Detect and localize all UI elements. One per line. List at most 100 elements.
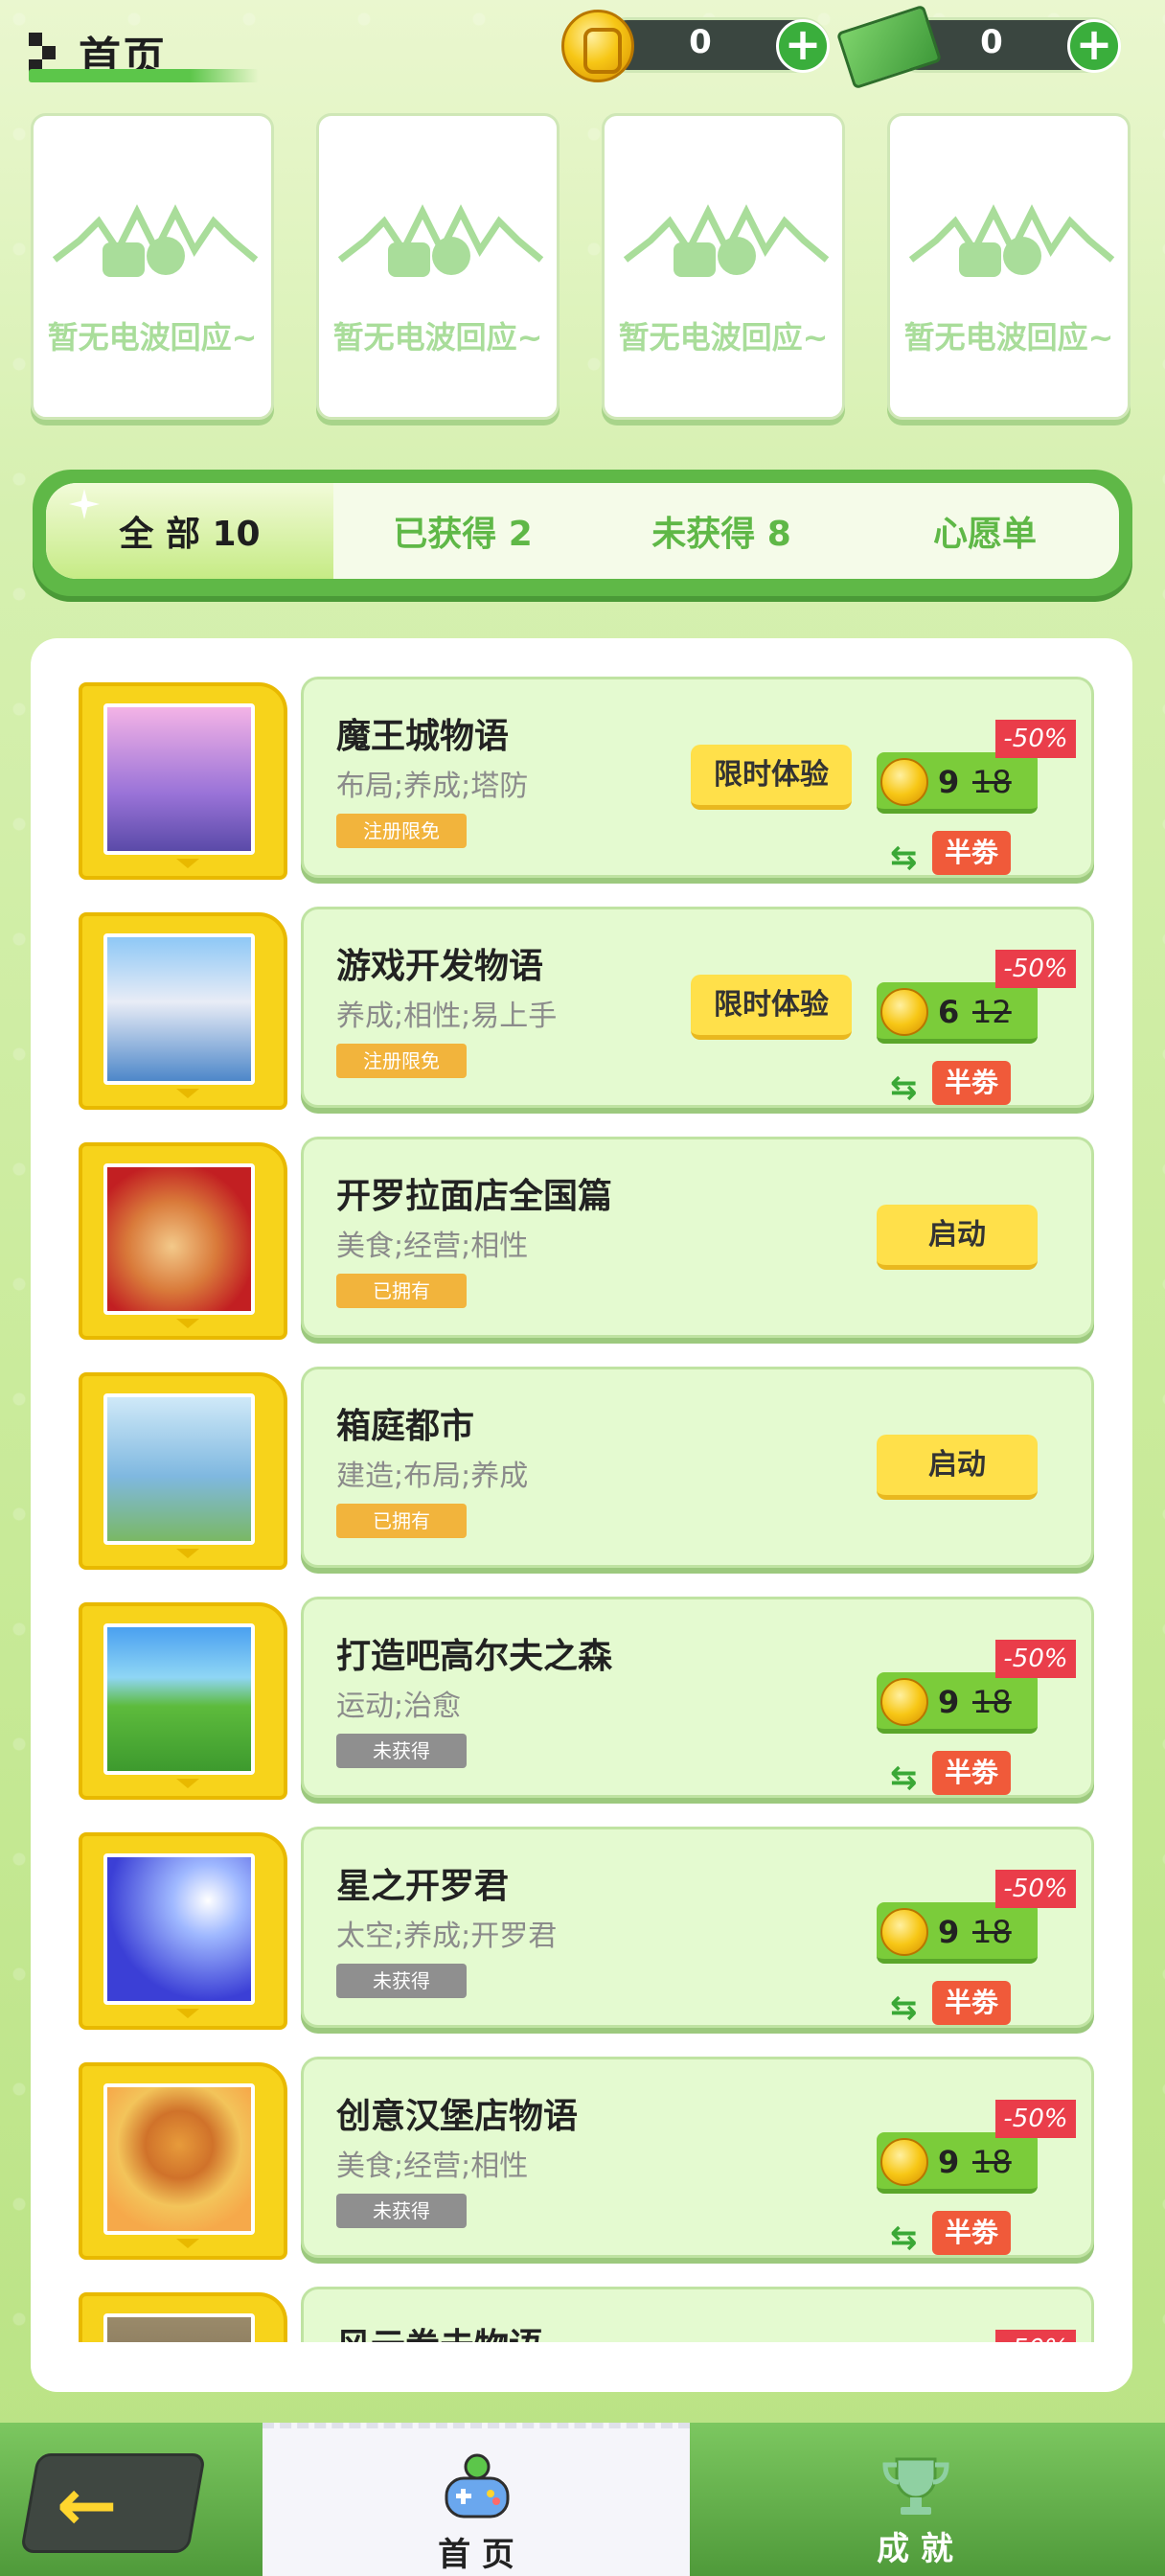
game-card[interactable]: 创意汉堡店物语 美食;经营;相性 未获得 9 18 -50% ⇆ 半劵: [301, 2057, 1094, 2258]
game-cover-image: [103, 1853, 255, 2005]
game-cartridge: [79, 2062, 287, 2260]
radio-card[interactable]: 暂无电波回应~: [887, 113, 1131, 420]
game-cartridge: [79, 682, 287, 880]
radio-card[interactable]: 暂无电波回应~: [316, 113, 560, 420]
radio-wave-icon: [908, 204, 1115, 277]
swap-icon: ⇆: [890, 839, 918, 877]
trophy-icon: [882, 2457, 949, 2515]
game-card[interactable]: 游戏开发物语 养成;相性;易上手 注册限免 限时体验 6 12 -50% ⇆ 半…: [301, 907, 1094, 1108]
game-tags: 建造;布局;养成: [336, 1460, 529, 1493]
trial-button[interactable]: 限时体验: [691, 975, 852, 1040]
add-cash-button[interactable]: +: [1067, 19, 1121, 73]
tab-wishlist-label: 心愿单: [932, 515, 1037, 554]
buy-button[interactable]: 9 18: [877, 2132, 1038, 2194]
cash-balance: 0 +: [835, 4, 1131, 90]
tab-owned-label: 已获得 2: [393, 515, 533, 554]
current-price: 6: [938, 994, 960, 1030]
discount-badge: -50%: [995, 1870, 1076, 1908]
list-item[interactable]: 星之开罗君 太空;养成;开罗君 未获得 9 18 -50% ⇆ 半劵: [79, 1827, 1094, 2034]
game-card[interactable]: 风云拳击物语 -50%: [301, 2287, 1094, 2342]
title-underline: [29, 69, 259, 82]
buy-button[interactable]: 9 18: [877, 1672, 1038, 1734]
half-coupon-button[interactable]: 半劵: [932, 2211, 1011, 2255]
swap-icon: ⇆: [890, 1759, 918, 1797]
radio-card-text: 暂无电波回应~: [332, 319, 543, 356]
list-item[interactable]: 游戏开发物语 养成;相性;易上手 注册限免 限时体验 6 12 -50% ⇆ 半…: [79, 907, 1094, 1114]
coin-icon: [880, 1678, 928, 1726]
discount-badge: -50%: [995, 950, 1076, 988]
trial-button[interactable]: 限时体验: [691, 745, 852, 810]
radio-card[interactable]: 暂无电波回应~: [31, 113, 274, 420]
nav-achievements-label: 成 就: [877, 2530, 953, 2568]
list-item[interactable]: 风云拳击物语 -50%: [79, 2287, 1094, 2342]
buy-button[interactable]: 9 18: [877, 752, 1038, 814]
game-card[interactable]: 魔王城物语 布局;养成;塔防 注册限免 限时体验 9 18 -50% ⇆ 半劵: [301, 677, 1094, 878]
game-name: 创意汉堡店物语: [336, 2097, 579, 2136]
radio-wave-icon: [623, 204, 830, 277]
half-coupon-button[interactable]: 半劵: [932, 1061, 1011, 1105]
list-item[interactable]: 箱庭都市 建造;布局;养成 已拥有 启动: [79, 1367, 1094, 1574]
game-card[interactable]: 开罗拉面店全国篇 美食;经营;相性 已拥有 启动: [301, 1137, 1094, 1338]
bottom-nav: ← 首 页 成 就: [0, 2423, 1165, 2576]
list-item[interactable]: 创意汉堡店物语 美食;经营;相性 未获得 9 18 -50% ⇆ 半劵: [79, 2057, 1094, 2264]
list-item[interactable]: 开罗拉面店全国篇 美食;经营;相性 已拥有 启动: [79, 1137, 1094, 1344]
tab-owned[interactable]: 已获得 2: [333, 483, 592, 579]
game-cover-image: [103, 1393, 255, 1545]
game-card[interactable]: 打造吧高尔夫之森 运动;治愈 未获得 9 18 -50% ⇆ 半劵: [301, 1597, 1094, 1798]
original-price: 18: [972, 1684, 1012, 1720]
game-name: 星之开罗君: [336, 1867, 510, 1906]
game-tags: 运动;治愈: [336, 1690, 462, 1723]
radio-card[interactable]: 暂无电波回应~: [602, 113, 845, 420]
game-name: 开罗拉面店全国篇: [336, 1177, 613, 1216]
game-tags: 美食;经营;相性: [336, 1230, 529, 1263]
tab-all-label: 全 部 10: [119, 515, 261, 554]
coin-icon: [880, 2138, 928, 2186]
list-item[interactable]: 魔王城物语 布局;养成;塔防 注册限免 限时体验 9 18 -50% ⇆ 半劵: [79, 677, 1094, 884]
game-list[interactable]: 魔王城物语 布局;养成;塔防 注册限免 限时体验 9 18 -50% ⇆ 半劵: [31, 638, 1132, 2342]
current-price: 9: [938, 1914, 960, 1950]
game-name: 风云拳击物语: [336, 2318, 543, 2342]
game-tags: 养成;相性;易上手: [336, 1000, 558, 1033]
game-cartridge: [79, 1832, 287, 2030]
nav-home-tab[interactable]: 首 页: [263, 2423, 690, 2576]
game-cover-image: [103, 933, 255, 1085]
radio-card-text: 暂无电波回应~: [618, 319, 829, 356]
buy-button[interactable]: 9 18: [877, 1902, 1038, 1964]
add-coins-button[interactable]: +: [776, 19, 830, 73]
half-coupon-button[interactable]: 半劵: [932, 1981, 1011, 2025]
game-name: 游戏开发物语: [336, 947, 544, 986]
back-button[interactable]: ←: [19, 2453, 207, 2553]
half-coupon-button[interactable]: 半劵: [932, 1751, 1011, 1795]
game-list-panel: 魔王城物语 布局;养成;塔防 注册限免 限时体验 9 18 -50% ⇆ 半劵: [31, 638, 1132, 2392]
radio-wave-icon: [52, 204, 259, 277]
game-cartridge: [79, 912, 287, 1110]
tab-not-owned-label: 未获得 8: [651, 515, 791, 554]
back-arrow-icon: ←: [56, 2462, 118, 2547]
launch-button[interactable]: 启动: [877, 1435, 1038, 1500]
game-cartridge: [79, 1372, 287, 1570]
coin-icon: [880, 988, 928, 1036]
tab-all[interactable]: 全 部 10: [46, 483, 333, 579]
game-cover-image: [103, 1163, 255, 1315]
radio-card-text: 暂无电波回应~: [903, 319, 1114, 356]
status-badge: 未获得: [336, 2194, 467, 2228]
buy-button[interactable]: 6 12: [877, 982, 1038, 1044]
swap-icon: ⇆: [890, 2219, 918, 2257]
game-name: 魔王城物语: [336, 717, 510, 756]
tab-not-owned[interactable]: 未获得 8: [592, 483, 851, 579]
current-price: 9: [938, 1684, 960, 1720]
status-badge: 注册限免: [336, 1044, 467, 1078]
discount-badge: -50%: [995, 2100, 1076, 2138]
sparkle-icon: [69, 489, 100, 519]
list-item[interactable]: 打造吧高尔夫之森 运动;治愈 未获得 9 18 -50% ⇆ 半劵: [79, 1597, 1094, 1804]
game-cartridge: [79, 2292, 287, 2342]
current-price: 9: [938, 2144, 960, 2180]
game-card[interactable]: 箱庭都市 建造;布局;养成 已拥有 启动: [301, 1367, 1094, 1568]
original-price: 12: [972, 994, 1012, 1030]
tab-wishlist[interactable]: 心愿单: [851, 483, 1119, 579]
status-badge: 未获得: [336, 1734, 467, 1768]
launch-button[interactable]: 启动: [877, 1205, 1038, 1270]
half-coupon-button[interactable]: 半劵: [932, 831, 1011, 875]
status-badge: 未获得: [336, 1964, 467, 1998]
game-card[interactable]: 星之开罗君 太空;养成;开罗君 未获得 9 18 -50% ⇆ 半劵: [301, 1827, 1094, 2028]
